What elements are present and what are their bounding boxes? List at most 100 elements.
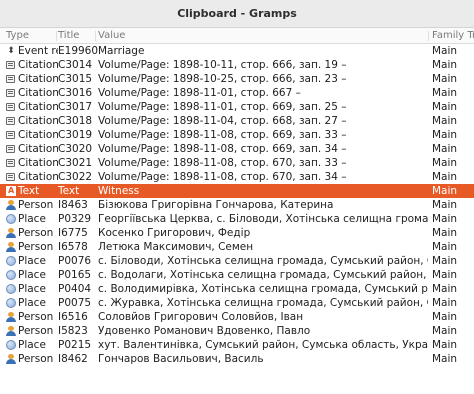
citation-icon bbox=[6, 116, 16, 126]
column-header-value[interactable]: Value bbox=[98, 28, 428, 43]
cell-type-label: Citation bbox=[18, 143, 58, 155]
cell-value: Удовенко Романович Вдовенко, Павло bbox=[98, 325, 311, 337]
cell-value: Летюка Максимович, Семен bbox=[98, 241, 254, 253]
cell-type: Person bbox=[6, 352, 58, 366]
clipboard-row[interactable]: Citation C3020 Volume/Page: 1898-11-08, ст… bbox=[0, 142, 474, 156]
cell-value: с. Біловоди, Хотінська селищна громада, … bbox=[98, 255, 428, 267]
cell-title: C3015 bbox=[58, 73, 93, 85]
column-header-title[interactable]: Title bbox=[58, 28, 98, 43]
clipboard-row[interactable]: ⬍Event refE19960Marriage Main bbox=[0, 44, 474, 58]
clipboard-row[interactable]: Place P0404 с. Володимирівка, Хотінська се… bbox=[0, 282, 474, 296]
clipboard-row[interactable]: Person I6516 Соловйов Григорович Соловйов,… bbox=[0, 310, 474, 324]
clipboard-row[interactable]: Text Text Witness Main bbox=[0, 184, 474, 198]
cell-type: Person bbox=[6, 226, 58, 240]
clipboard-row[interactable]: Citation C3017 Volume/Page: 1898-11-01, ст… bbox=[0, 100, 474, 114]
cell-family-tree: Main bbox=[432, 115, 458, 127]
cell-type: Place bbox=[6, 282, 58, 296]
clipboard-row[interactable]: Person I8462 Гончаров Васильович, Василь Ma… bbox=[0, 352, 474, 366]
cell-type: Text bbox=[6, 184, 58, 198]
cell-family-tree: Main bbox=[432, 73, 458, 85]
cell-title: I8463 bbox=[58, 199, 88, 211]
cell-family-tree: Main bbox=[432, 227, 458, 239]
cell-title: Text bbox=[58, 185, 80, 197]
citation-icon bbox=[6, 158, 16, 168]
cell-family-tree: Main bbox=[432, 171, 458, 183]
column-header-family-tree[interactable]: Family Tr bbox=[432, 28, 474, 43]
cell-value: Бізюкова Григорівна Гончарова, Катерина bbox=[98, 199, 334, 211]
cell-value: Marriage bbox=[98, 45, 145, 57]
cell-type: Citation bbox=[6, 128, 58, 142]
cell-type-label: Person bbox=[18, 325, 54, 337]
cell-title: P0404 bbox=[58, 283, 92, 295]
clipboard-row[interactable]: Person I8463 Бізюкова Григорівна Гончарова… bbox=[0, 198, 474, 212]
citation-icon bbox=[6, 172, 16, 182]
clipboard-row[interactable]: Citation C3022 Volume/Page: 1898-11-08, ст… bbox=[0, 170, 474, 184]
cell-family-tree: Main bbox=[432, 129, 458, 141]
clipboard-row[interactable]: Citation C3015 Volume/Page: 1898-10-25, ст… bbox=[0, 72, 474, 86]
window-titlebar[interactable]: Clipboard - Gramps bbox=[0, 0, 474, 28]
column-header-type[interactable]: Type bbox=[6, 28, 58, 43]
cell-family-tree: Main bbox=[432, 325, 458, 337]
clipboard-row[interactable]: Place P0215 хут. Валентинівка, Сумський ра… bbox=[0, 338, 474, 352]
cell-type-label: Person bbox=[18, 227, 54, 239]
clipboard-row[interactable]: Citation C3018 Volume/Page: 1898-11-04, ст… bbox=[0, 114, 474, 128]
cell-value: с. Журавка, Хотінська селищна громада, С… bbox=[98, 297, 428, 309]
citation-icon bbox=[6, 102, 16, 112]
cell-title: I5823 bbox=[58, 325, 88, 337]
clipboard-row[interactable]: Citation C3019 Volume/Page: 1898-11-08, ст… bbox=[0, 128, 474, 142]
scrollbar[interactable] bbox=[470, 44, 474, 394]
cell-type-label: Citation bbox=[18, 101, 58, 113]
clipboard-row[interactable]: Citation C3014 Volume/Page: 1898-10-11, ст… bbox=[0, 58, 474, 72]
cell-type-label: Citation bbox=[18, 171, 58, 183]
cell-value: Соловйов Григорович Соловйов, Іван bbox=[98, 311, 304, 323]
cell-family-tree: Main bbox=[432, 87, 458, 99]
clipboard-row[interactable]: Place P0165 с. Водолаги, Хотінська селищна… bbox=[0, 268, 474, 282]
cell-type-label: Citation bbox=[18, 87, 58, 99]
cell-value: Volume/Page: 1898-11-01, стор. 667 – bbox=[98, 87, 301, 99]
place-icon bbox=[6, 340, 16, 350]
cell-type-label: Person bbox=[18, 241, 54, 253]
column-divider[interactable] bbox=[56, 31, 57, 41]
clipboard-row[interactable]: Citation C3016 Volume/Page: 1898-11-01, ст… bbox=[0, 86, 474, 100]
event-ref-icon: ⬍ bbox=[7, 46, 15, 56]
clipboard-row[interactable]: Place P0075 с. Журавка, Хотінська селищна … bbox=[0, 296, 474, 310]
clipboard-row[interactable]: Place P0076 с. Біловоди, Хотінська селищна… bbox=[0, 254, 474, 268]
cell-type: Person bbox=[6, 240, 58, 254]
clipboard-row[interactable]: Place P0329 Георгіївська Церква, с. Білово… bbox=[0, 212, 474, 226]
person-icon bbox=[6, 200, 16, 210]
cell-family-tree: Main bbox=[432, 59, 458, 71]
cell-title: I6516 bbox=[58, 311, 88, 323]
cell-value: Volume/Page: 1898-11-08, стор. 670, зап.… bbox=[98, 171, 347, 183]
cell-family-tree: Main bbox=[432, 185, 458, 197]
cell-title: C3017 bbox=[58, 101, 93, 113]
place-icon bbox=[6, 298, 16, 308]
cell-title: C3018 bbox=[58, 115, 93, 127]
cell-title: P0076 bbox=[58, 255, 92, 267]
cell-type: ⬍Event ref bbox=[6, 44, 58, 58]
clipboard-row[interactable]: Person I5823 Удовенко Романович Вдовенко, … bbox=[0, 324, 474, 338]
cell-family-tree: Main bbox=[432, 339, 458, 351]
cell-type: Citation bbox=[6, 100, 58, 114]
column-divider[interactable] bbox=[95, 31, 96, 41]
cell-title: P0165 bbox=[58, 269, 92, 281]
cell-type: Place bbox=[6, 212, 58, 226]
citation-icon bbox=[6, 130, 16, 140]
person-icon bbox=[6, 354, 16, 364]
cell-family-tree: Main bbox=[432, 45, 458, 57]
cell-value: с. Володимирівка, Хотінська селищна гром… bbox=[98, 283, 428, 295]
column-divider[interactable] bbox=[428, 31, 429, 41]
cell-title: C3016 bbox=[58, 87, 93, 99]
place-icon bbox=[6, 256, 16, 266]
cell-family-tree: Main bbox=[432, 199, 458, 211]
cell-family-tree: Main bbox=[432, 269, 458, 281]
clipboard-row[interactable]: Citation C3021 Volume/Page: 1898-11-08, ст… bbox=[0, 156, 474, 170]
cell-family-tree: Main bbox=[432, 213, 458, 225]
clipboard-row[interactable]: Person I6775 Косенко Григорович, Федір Main bbox=[0, 226, 474, 240]
citation-icon bbox=[6, 74, 16, 84]
person-icon bbox=[6, 228, 16, 238]
cell-type: Citation bbox=[6, 170, 58, 184]
clipboard-row[interactable]: Person I6578 Летюка Максимович, Семен Main bbox=[0, 240, 474, 254]
cell-family-tree: Main bbox=[432, 297, 458, 309]
cell-title: P0329 bbox=[58, 213, 92, 225]
cell-type-label: Citation bbox=[18, 59, 58, 71]
